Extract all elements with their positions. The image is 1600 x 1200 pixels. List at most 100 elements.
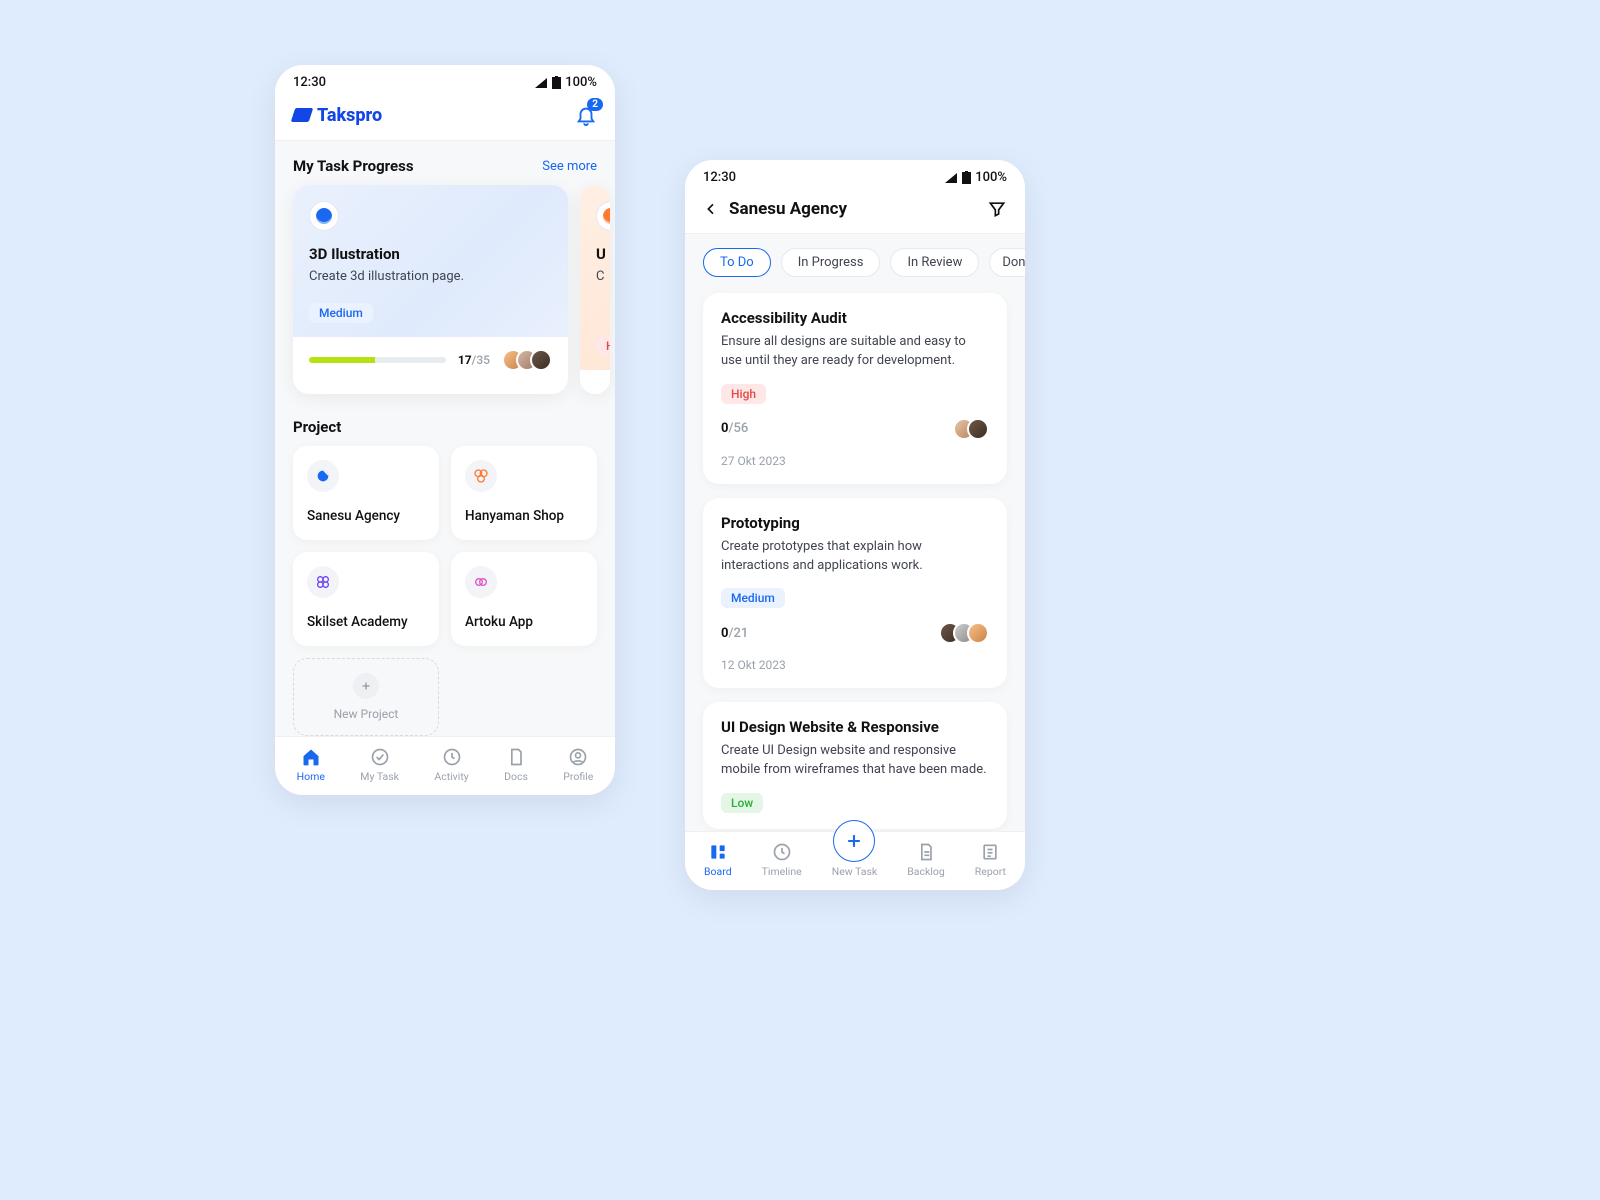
- assignee-avatars[interactable]: [502, 349, 552, 371]
- project-title: Project: [293, 418, 341, 436]
- signal-icon: [944, 172, 958, 184]
- task-description: Create prototypes that explain how inter…: [721, 538, 989, 576]
- project-card[interactable]: Hanyaman Shop: [451, 446, 597, 540]
- battery-percent: 100%: [565, 75, 597, 90]
- home-screen: 12:30 100% Takspro 2 My Task Progress Se…: [275, 65, 615, 795]
- page-header: Sanesu Agency: [685, 191, 1025, 234]
- status-right: 100%: [944, 170, 1007, 185]
- page-title: Sanesu Agency: [729, 199, 977, 219]
- status-time: 12:30: [293, 75, 326, 90]
- nav-backlog[interactable]: Backlog: [907, 842, 945, 878]
- user-icon: [568, 747, 588, 767]
- app-brand[interactable]: Takspro: [293, 105, 382, 126]
- avatar: [967, 418, 989, 440]
- see-more-link[interactable]: See more: [542, 159, 597, 174]
- task-progress-title: My Task Progress: [293, 157, 414, 175]
- task-progress-cards[interactable]: 3D Ilustration Create 3d illustration pa…: [275, 185, 615, 412]
- project-name: Hanyaman Shop: [465, 508, 583, 524]
- project-name: Sanesu Agency: [307, 508, 425, 524]
- nav-timeline[interactable]: Timeline: [762, 842, 802, 878]
- nav-report[interactable]: Report: [975, 842, 1006, 878]
- task-description: Create 3d illustration page.: [309, 269, 552, 284]
- battery-icon: [962, 171, 971, 184]
- project-grid: Sanesu Agency Hanyaman Shop Skilset Acad…: [275, 446, 615, 750]
- task-date: 12 Okt 2023: [721, 658, 989, 672]
- priority-badge: Low: [721, 793, 763, 813]
- new-project-label: New Project: [334, 707, 399, 721]
- nav-profile[interactable]: Profile: [563, 747, 593, 783]
- bottom-nav: Board Timeline New Task Backlog Report: [685, 831, 1025, 890]
- bottom-nav: Home My Task Activity Docs Profile: [275, 736, 615, 795]
- nav-my-task[interactable]: My Task: [360, 747, 399, 783]
- clock-icon: [772, 842, 792, 862]
- project-card[interactable]: Skilset Academy: [293, 552, 439, 646]
- signal-icon: [534, 77, 548, 89]
- project-badge-icon: [309, 201, 339, 231]
- chevron-left-icon: [703, 201, 719, 217]
- task-card-peek[interactable]: U C H: [580, 185, 610, 394]
- priority-badge: Medium: [309, 303, 373, 323]
- task-description: Create UI Design website and responsive …: [721, 742, 989, 780]
- project-icon: [465, 460, 497, 492]
- progress-count: 0/56: [721, 421, 748, 436]
- app-header: Takspro 2: [275, 96, 615, 141]
- tab-in-review[interactable]: In Review: [890, 248, 979, 277]
- board-icon: [708, 842, 728, 862]
- task-list[interactable]: Accessibility Audit Ensure all designs a…: [685, 291, 1025, 890]
- task-date: 27 Okt 2023: [721, 454, 989, 468]
- tab-done[interactable]: Done: [989, 248, 1025, 277]
- check-circle-icon: [370, 747, 390, 767]
- project-icon: [307, 566, 339, 598]
- nav-home[interactable]: Home: [297, 747, 325, 783]
- plus-icon: [844, 831, 864, 851]
- document-icon: [916, 842, 936, 862]
- task-card[interactable]: Accessibility Audit Ensure all designs a…: [703, 293, 1007, 484]
- project-icon: [307, 460, 339, 492]
- assignee-avatars[interactable]: [939, 622, 989, 644]
- filter-icon: [987, 199, 1007, 219]
- tab-in-progress[interactable]: In Progress: [781, 248, 881, 277]
- home-icon: [301, 747, 321, 767]
- filter-button[interactable]: [987, 199, 1007, 219]
- progress-count: 17/35: [458, 353, 490, 367]
- priority-badge: H: [596, 336, 610, 356]
- project-icon: [465, 566, 497, 598]
- notifications-button[interactable]: 2: [575, 104, 597, 126]
- assignee-avatars[interactable]: [953, 418, 989, 440]
- status-tabs: To Do In Progress In Review Done: [685, 234, 1025, 291]
- project-name: Artoku App: [465, 614, 583, 630]
- battery-percent: 100%: [975, 170, 1007, 185]
- project-badge-icon: [596, 201, 610, 231]
- project-name: Skilset Academy: [307, 614, 425, 630]
- task-card[interactable]: 3D Ilustration Create 3d illustration pa…: [293, 185, 568, 394]
- document-icon: [506, 747, 526, 767]
- task-card[interactable]: UI Design Website & Responsive Create UI…: [703, 702, 1007, 829]
- clock-icon: [442, 747, 462, 767]
- task-title: Prototyping: [721, 514, 989, 532]
- status-time: 12:30: [703, 170, 736, 185]
- progress-bar: [309, 357, 446, 363]
- project-card[interactable]: Sanesu Agency: [293, 446, 439, 540]
- nav-new-task[interactable]: New Task: [832, 842, 878, 878]
- report-icon: [980, 842, 1000, 862]
- task-title: UI Design Website & Responsive: [721, 718, 989, 736]
- new-task-fab[interactable]: [833, 820, 875, 862]
- status-right: 100%: [534, 75, 597, 90]
- tab-todo[interactable]: To Do: [703, 248, 771, 277]
- task-description: Ensure all designs are suitable and easy…: [721, 333, 989, 371]
- avatar: [530, 349, 552, 371]
- task-title: Accessibility Audit: [721, 309, 989, 327]
- nav-docs[interactable]: Docs: [504, 747, 528, 783]
- task-card[interactable]: Prototyping Create prototypes that expla…: [703, 498, 1007, 689]
- new-project-button[interactable]: New Project: [293, 658, 439, 736]
- back-button[interactable]: [703, 201, 719, 217]
- nav-board[interactable]: Board: [704, 842, 732, 878]
- nav-activity[interactable]: Activity: [434, 747, 468, 783]
- task-progress-header: My Task Progress See more: [275, 141, 615, 185]
- brand-name: Takspro: [317, 105, 382, 126]
- project-card[interactable]: Artoku App: [451, 552, 597, 646]
- project-header: Project: [275, 412, 615, 446]
- project-board-screen: 12:30 100% Sanesu Agency To Do In Progre…: [685, 160, 1025, 890]
- status-bar: 12:30 100%: [275, 65, 615, 96]
- task-title: 3D Ilustration: [309, 245, 552, 263]
